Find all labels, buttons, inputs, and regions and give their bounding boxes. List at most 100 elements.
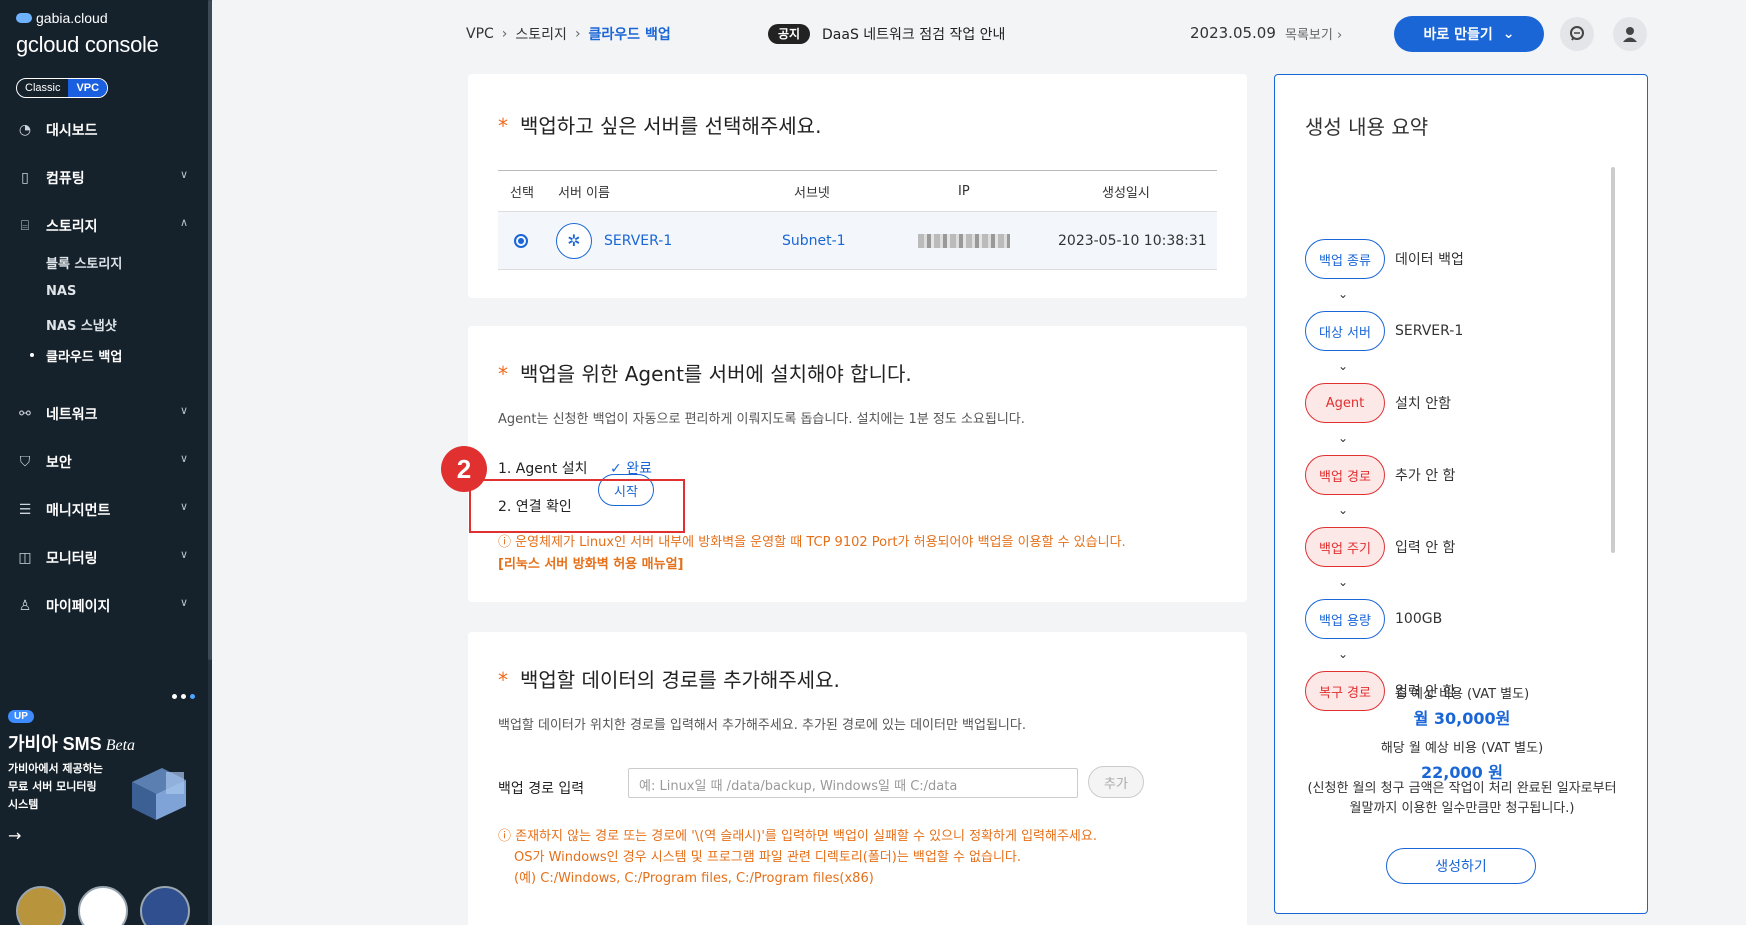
drive-icon: ⌸ [20,218,30,234]
mode-vpc[interactable]: VPC [68,79,108,97]
server-gear-icon: ✲ [556,222,592,259]
backup-path-input[interactable]: 예: Linux일 때 /data/backup, Windows일 때 C:/… [628,768,1078,798]
chevron-up-icon: ∧ [179,216,188,229]
sidebar-item-label: 스토리지 [46,219,98,235]
sidebar-item-management[interactable]: ☰ 매니지먼트 ∨ [14,498,194,522]
subnet-link[interactable]: Subnet-1 [782,212,846,269]
summary-key: 백업 경로 [1305,455,1385,495]
notice-badge: 공지 [768,24,811,44]
billing-note-1: (신청한 월의 청구 금액은 작업이 처리 완료된 일자로부터 [1307,781,1617,796]
sidebar-sub-nas-snapshot[interactable]: NAS 스냅샷 [46,315,117,334]
path-warning-1: ⓘ 존재하지 않는 경로 또는 경로에 '\(역 슬래시)'를 입력하면 백업이… [498,829,1097,844]
sidebar-scrollbar[interactable] [208,0,212,925]
monitor-chart-icon: ◫ [18,550,32,566]
created-cell: 2023-05-10 10:38:31 [1058,232,1207,249]
quick-create-button[interactable]: 바로 만들기 ⌄ [1394,16,1544,52]
server-name-cell: ✲ SERVER-1 [556,212,672,269]
certification-badge-icon [16,886,66,925]
promo-pager-dots[interactable] [172,694,195,699]
agent-card: * 백업을 위한 Agent를 서버에 설치해야 합니다. Agent는 신청한 … [468,326,1247,602]
summary-value: SERVER-1 [1395,323,1464,339]
sidebar-sub-nas[interactable]: NAS [46,284,76,299]
backup-path-description: 백업할 데이터가 위치한 경로를 입력해서 추가해주세요. 추가된 경로에 있는… [498,718,1026,733]
add-path-button[interactable]: 추가 [1088,766,1144,798]
table-row[interactable]: ✲ SERVER-1 Subnet-1 2023-05-10 10:38:31 [498,212,1217,270]
step-marker: 2 [441,446,487,492]
summary-item: Agent 설치 안함 [1305,383,1451,423]
breadcrumb-current: 클라우드 백업 [588,27,671,43]
summary-key: Agent [1305,383,1385,423]
certification-badges [16,886,190,925]
sidebar-item-mypage[interactable]: ♙ 마이페이지 ∨ [14,594,194,618]
summary-value: 100GB [1395,611,1443,627]
chevron-down-icon: ⌄ [1338,287,1349,301]
summary-title: 생성 내용 요약 [1305,115,1429,139]
sidebar-item-monitoring[interactable]: ◫ 모니터링 ∨ [14,546,194,570]
notice-list-link[interactable]: 목록보기 › [1285,24,1342,43]
summary-list[interactable]: 백업 종류 데이터 백업 ⌄ 대상 서버 SERVER-1 ⌄ Agent 설치 안함… [1305,167,1595,727]
promo-badge: UP [8,710,34,723]
promo-title-suffix: Beta [105,737,136,754]
firewall-manual-link[interactable]: [리눅스 서버 방화벽 허용 매뉴얼] [498,554,683,576]
chevron-down-icon: ∨ [179,548,188,561]
breadcrumb-storage[interactable]: 스토리지 [515,24,567,44]
mode-classic[interactable]: Classic [17,79,68,97]
total-cost-label: 총 예상 비용 (VAT 별도) [1394,687,1530,702]
agent-description: Agent는 신청한 백업이 자동으로 편리하게 이뤄지도록 돕습니다. 설치에… [498,412,1025,427]
chat-button[interactable] [1560,17,1594,51]
brand-logo[interactable]: gabia.cloud [16,10,108,26]
server-select-card: * 백업하고 싶은 서버를 선택해주세요. 선택 서버 이름 서브넷 IP 생성일… [468,74,1247,298]
sidebar-item-computing[interactable]: ▯ 컴퓨팅 ∨ [14,166,194,190]
brand-title[interactable]: gcloud console [16,32,159,58]
chevron-down-icon: ⌄ [1338,503,1349,517]
sidebar-item-network[interactable]: ⚯ 네트워크 ∨ [14,402,194,426]
summary-value: 설치 안함 [1395,396,1451,412]
ip-cell [918,212,1010,269]
server-name-link[interactable]: SERVER-1 [604,233,672,249]
col-subnet: 서브넷 [794,185,830,201]
summary-item: 백업 주기 입력 안 함 [1305,527,1455,567]
sidebar-sub-cloud-backup[interactable]: 클라우드 백업 [29,346,122,365]
sidebar: gabia.cloud gcloud console Classic VPC ◔… [0,0,212,925]
server-stack-icon: ☰ [18,502,32,518]
sidebar-item-storage[interactable]: ⌸ 스토리지 ∧ [14,214,194,238]
chevron-right-icon: › [501,26,508,42]
server-radio[interactable] [514,212,528,269]
breadcrumb-vpc[interactable]: VPC [466,26,494,42]
profile-button[interactable] [1613,17,1647,51]
required-mark: * [498,668,508,692]
sidebar-item-label: 매니지먼트 [46,503,111,519]
sidebar-sub-block-storage[interactable]: 블록 스토리지 [46,253,122,272]
month-cost-label: 해당 월 예상 비용 (VAT 별도) [1380,741,1544,756]
user-icon [1623,27,1637,42]
summary-scrollbar[interactable] [1611,167,1615,553]
mode-toggle[interactable]: Classic VPC [16,78,109,98]
csap-badge-icon [140,886,190,925]
chevron-right-icon: › [1332,28,1343,43]
summary-value: 데이터 백업 [1395,252,1464,268]
ip-redacted [918,233,1010,248]
highlight-box [469,479,685,533]
promo-title[interactable]: 가비아 SMS Beta [8,730,135,756]
billing-note-2: 월말까지 이용한 일수만큼만 청구됩니다.) [1349,801,1575,816]
chevron-down-icon: ⌄ [1502,26,1515,42]
notice-link[interactable]: DaaS 네트워크 점검 작업 안내 [822,24,1005,44]
promo-description: 가비아에서 제공하는 무료 서버 모니터링 시스템 [8,762,103,811]
col-server-name: 서버 이름 [558,185,610,201]
sidebar-item-security[interactable]: ⛉ 보안 ∨ [14,450,194,474]
arrow-right-icon[interactable]: → [8,826,21,845]
sidebar-item-label: 대시보드 [46,123,98,139]
shield-icon: ⛉ [19,454,31,470]
sidebar-item-dashboard[interactable]: ◔ 대시보드 [14,118,194,142]
create-button[interactable]: 생성하기 [1386,848,1536,884]
summary-key: 백업 주기 [1305,527,1385,567]
sidebar-item-label: 보안 [46,455,72,471]
table-header: 선택 서버 이름 서브넷 IP 생성일시 [498,170,1217,212]
chevron-down-icon: ∨ [179,168,188,181]
server-select-title: * 백업하고 싶은 서버를 선택해주세요. [498,114,822,138]
chevron-down-icon: ⌄ [1338,359,1349,373]
sidebar-item-label: 모니터링 [46,551,98,567]
person-icon: ♙ [18,598,32,614]
path-warning-2: OS가 Windows인 경우 시스템 및 프로그램 파일 관련 디렉토리(폴더… [514,850,1022,865]
summary-item: 백업 경로 추가 안 함 [1305,455,1455,495]
